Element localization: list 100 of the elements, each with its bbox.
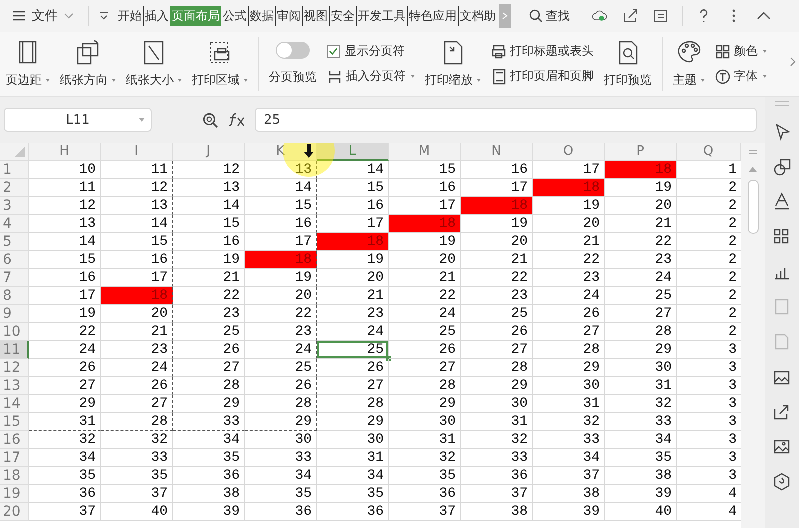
table-cell: 16 — [245, 215, 317, 233]
caret-icon — [244, 79, 248, 82]
ribbon-button[interactable]: 字体 — [715, 68, 767, 85]
row-header[interactable]: 15 — [0, 413, 29, 431]
ribbon-tab[interactable]: 公式 — [221, 6, 248, 26]
share-icon[interactable] — [622, 8, 640, 24]
ribbon-button[interactable]: 打印页眉和页脚 — [491, 68, 594, 85]
table-cell: 27 — [29, 377, 101, 395]
row-header[interactable]: 1 — [0, 161, 29, 179]
row-header[interactable]: 17 — [0, 449, 29, 467]
page-break-icon — [327, 68, 343, 84]
ribbon-button[interactable]: 插入分页符 — [327, 68, 415, 85]
function-icon[interactable] — [227, 112, 247, 128]
column-header[interactable]: O — [533, 143, 605, 161]
check-icon — [329, 47, 338, 56]
ribbon-tab[interactable]: 视图 — [302, 6, 329, 26]
column-header[interactable]: L — [317, 143, 389, 161]
ribbon-button[interactable]: 打印标题或表头 — [491, 43, 594, 60]
row-header[interactable]: 5 — [0, 233, 29, 251]
ribbon-tab[interactable]: 数据 — [248, 6, 275, 26]
row-header[interactable]: 10 — [0, 323, 29, 341]
ribbon-button[interactable]: 打印缩放 — [425, 39, 481, 89]
chevron-down-icon[interactable] — [99, 11, 109, 21]
column-header[interactable]: Q — [677, 143, 741, 161]
table-cell: 27 — [101, 395, 173, 413]
ribbon-button[interactable]: 页边距 — [6, 39, 50, 89]
search-button[interactable]: 查找 — [529, 8, 570, 24]
table-cell: 23 — [605, 251, 677, 269]
column-header[interactable]: M — [389, 143, 461, 161]
table-cell: 37 — [389, 503, 461, 521]
table-cell: 34 — [605, 431, 677, 449]
row-header[interactable]: 13 — [0, 377, 29, 395]
column-header[interactable]: J — [173, 143, 245, 161]
table-cell: 31 — [533, 395, 605, 413]
row-header[interactable]: 2 — [0, 179, 29, 197]
row-header[interactable]: 12 — [0, 359, 29, 377]
shapes-icon[interactable] — [772, 157, 792, 177]
ribbon-tab[interactable]: 安全 — [329, 6, 356, 26]
column-header[interactable]: I — [101, 143, 173, 161]
chevron-right-icon[interactable] — [789, 56, 797, 68]
row-header[interactable]: 19 — [0, 485, 29, 503]
hexagon-icon[interactable] — [772, 472, 792, 492]
column-header[interactable]: P — [605, 143, 677, 161]
ribbon-button[interactable]: 打印区域 — [192, 39, 248, 89]
column-header[interactable]: N — [461, 143, 533, 161]
table-cell: 30 — [245, 431, 317, 449]
orientation-icon — [75, 39, 101, 66]
file-menu[interactable]: 文件 — [8, 5, 78, 27]
caret-icon — [46, 79, 50, 82]
drag-handle-icon[interactable] — [774, 101, 790, 107]
row-header[interactable]: 16 — [0, 431, 29, 449]
ribbon-button[interactable]: 颜色 — [715, 43, 767, 60]
ribbon-tab[interactable]: 开始 — [117, 6, 143, 26]
table-cell: 24 — [245, 341, 317, 359]
row-header[interactable]: 4 — [0, 215, 29, 233]
table-cell: 31 — [389, 431, 461, 449]
table-cell: 28 — [533, 341, 605, 359]
table-cell: 26 — [461, 323, 533, 341]
column-header[interactable]: H — [29, 143, 101, 161]
window-icon[interactable] — [652, 8, 670, 24]
table-cell: 34 — [533, 449, 605, 467]
table-cell: 29 — [245, 413, 317, 431]
text-style-icon[interactable] — [772, 192, 792, 212]
ribbon-button[interactable]: 主题 — [673, 39, 705, 89]
formula-field[interactable]: 25 — [255, 108, 757, 132]
row-header[interactable]: 7 — [0, 269, 29, 287]
table-cell: 19 — [245, 269, 317, 287]
table-cell: 36 — [173, 467, 245, 485]
table-cell: 10 — [29, 161, 101, 179]
ribbon-button[interactable]: 纸张方向 — [60, 39, 116, 89]
ribbon-tab[interactable]: 特色应用 — [407, 6, 458, 26]
row-header[interactable]: 14 — [0, 395, 29, 413]
table-cell: 23 — [101, 341, 173, 359]
ribbon-tab[interactable]: 页面布局 — [170, 6, 221, 26]
cloud-icon[interactable] — [592, 8, 610, 24]
table-cell: 16 — [101, 251, 173, 269]
ribbon-button[interactable]: 纸张大小 — [126, 39, 182, 89]
checkbox[interactable]: 显示分页符 — [327, 43, 415, 60]
ribbon-tab[interactable]: 开发工具 — [356, 6, 407, 26]
row-header[interactable]: 3 — [0, 197, 29, 215]
row-header[interactable]: 9 — [0, 305, 29, 323]
row-header[interactable]: 18 — [0, 467, 29, 485]
caret-icon — [112, 79, 116, 82]
row-header[interactable]: 6 — [0, 251, 29, 269]
zoom-icon[interactable] — [202, 112, 219, 128]
toggle-switch[interactable] — [276, 42, 310, 59]
table-cell: 28 — [101, 413, 173, 431]
ribbon-tab[interactable]: 文档助 — [458, 6, 497, 26]
row-header[interactable]: 11 — [0, 341, 29, 359]
ribbon-button[interactable]: 打印预览 — [604, 39, 652, 89]
row-header[interactable]: 20 — [0, 503, 29, 521]
table-cell: 11 — [29, 179, 101, 197]
table-cell: 22 — [173, 287, 245, 305]
table-cell: 32 — [29, 431, 101, 449]
caret-icon — [139, 118, 145, 122]
ribbon-tab[interactable]: 审阅 — [275, 6, 302, 26]
scrollbar-thumb[interactable] — [748, 180, 758, 234]
table-cell: 28 — [317, 395, 389, 413]
row-header[interactable]: 8 — [0, 287, 29, 305]
name-box[interactable]: L11 — [4, 108, 152, 132]
